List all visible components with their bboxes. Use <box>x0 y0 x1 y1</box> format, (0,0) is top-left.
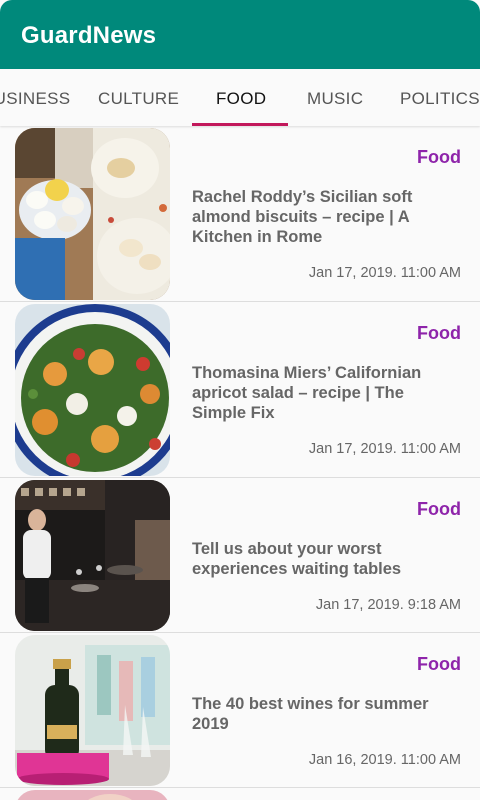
article-card[interactable]: Food Rachel Roddy’s Sicilian soft almond… <box>0 126 480 302</box>
article-category: Food <box>417 654 461 674</box>
article-card[interactable]: Food Thomasina Miers’ Californian aprico… <box>0 302 480 478</box>
tab-politics[interactable]: POLITICS <box>400 89 480 109</box>
article-thumbnail <box>15 304 170 476</box>
article-date: Jan 16, 2019. 11:00 AM <box>308 752 461 768</box>
article-thumbnail <box>15 128 170 300</box>
tab-food[interactable]: FOOD <box>216 89 266 109</box>
app-title: GuardNews <box>21 22 157 49</box>
article-card[interactable]: Food The 40 best wines for summer 2019 J… <box>0 633 480 788</box>
article-list[interactable]: Food Rachel Roddy’s Sicilian soft almond… <box>0 126 480 800</box>
article-category: Food <box>417 323 461 343</box>
tab-business[interactable]: BUSINESS <box>0 89 70 109</box>
article-thumbnail <box>15 480 170 631</box>
article-title: The 40 best wines for summer 2019 <box>192 695 429 733</box>
article-category: Food <box>417 499 461 519</box>
article-title: Rachel Roddy’s Sicilian soft almond bisc… <box>192 188 413 246</box>
article-card[interactable]: Food Tell us about your worst experience… <box>0 478 480 633</box>
article-thumbnail <box>15 635 170 786</box>
app-bar: GuardNews <box>0 0 480 69</box>
article-date: Jan 17, 2019. 9:18 AM <box>315 597 461 613</box>
article-title: Tell us about your worst experiences wai… <box>192 540 402 578</box>
article-category: Food <box>417 147 461 167</box>
article-date: Jan 17, 2019. 11:00 AM <box>308 265 461 281</box>
article-title: Thomasina Miers’ Californian apricot sal… <box>192 364 422 422</box>
tab-music[interactable]: MUSIC <box>307 89 363 109</box>
article-date: Jan 17, 2019. 11:00 AM <box>308 441 461 457</box>
article-card-partial[interactable] <box>0 788 480 800</box>
category-tabs: BUSINESS CULTURE FOOD MUSIC POLITICS <box>0 69 480 126</box>
article-thumbnail <box>15 790 170 800</box>
tab-culture[interactable]: CULTURE <box>98 89 179 109</box>
